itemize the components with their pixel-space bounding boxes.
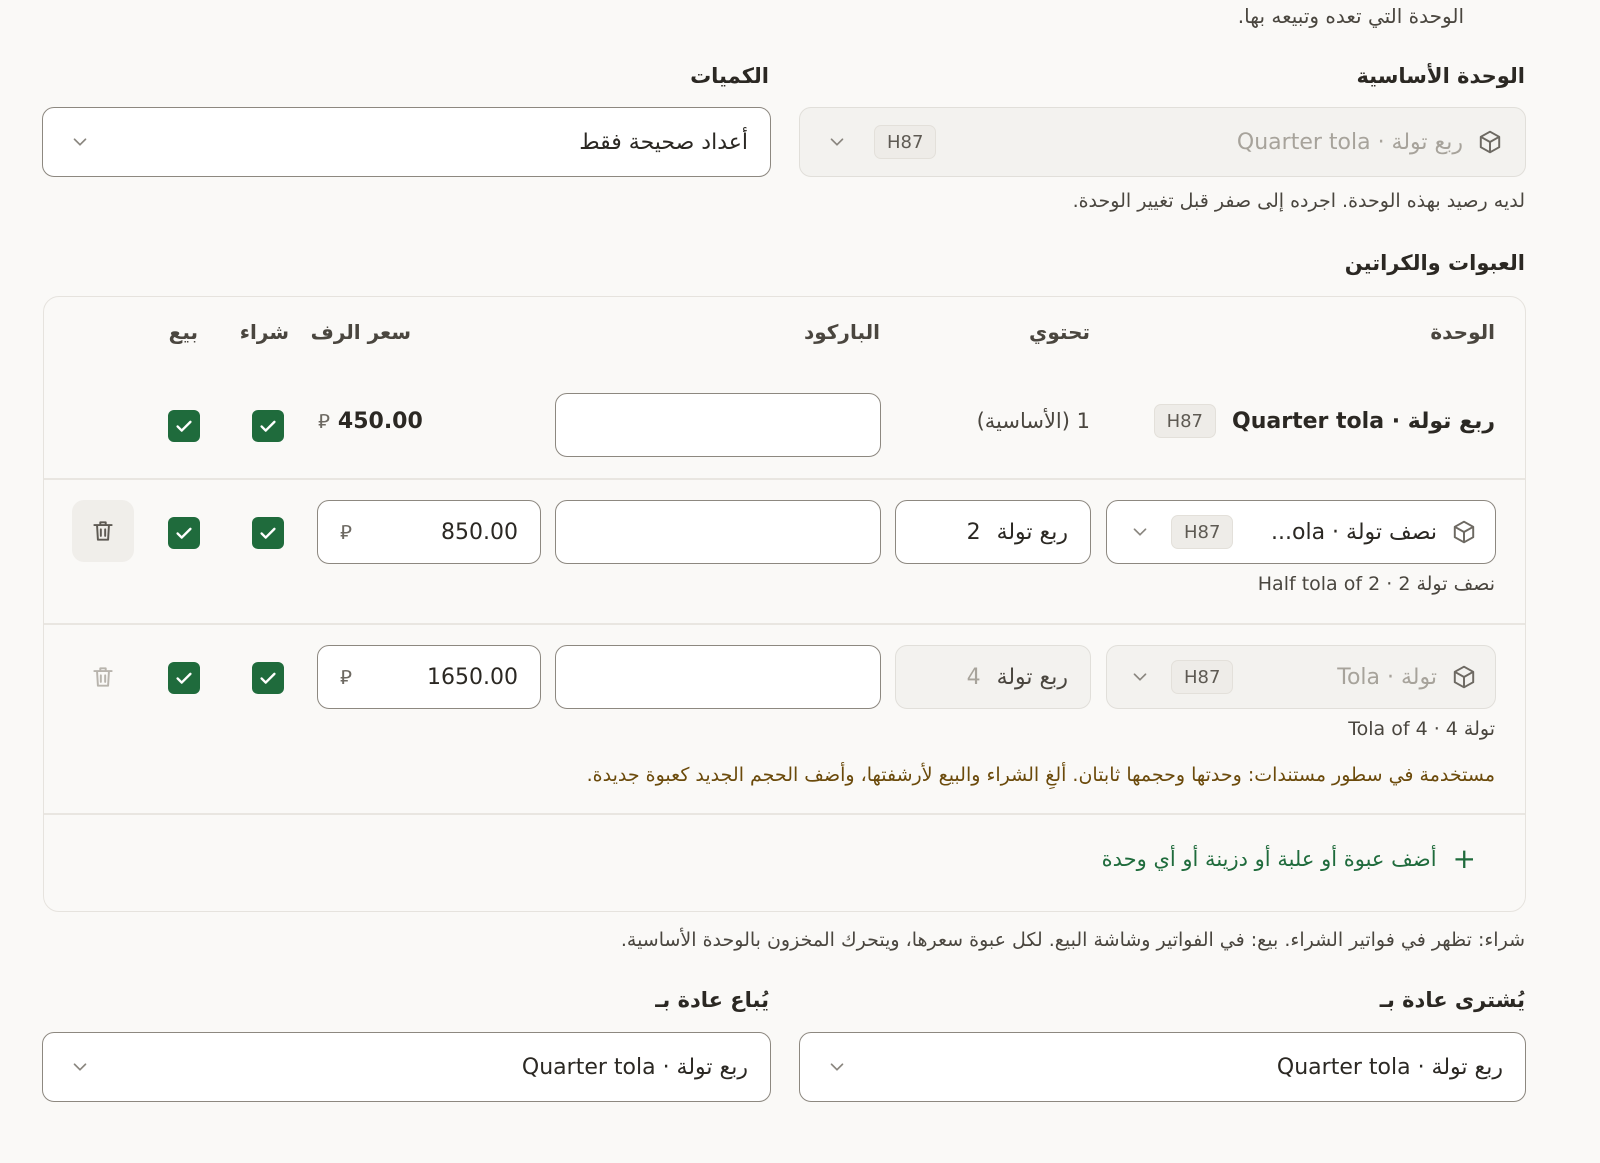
row-unit-value: نصف تولة · ola... — [1271, 519, 1437, 545]
purchase-default-select[interactable]: ربع تولة · Quarter tola — [799, 1032, 1526, 1102]
sale-default-select[interactable]: ربع تولة · Quarter tola — [42, 1032, 771, 1102]
currency-icon: ⃁ — [318, 409, 330, 433]
buy-checkbox[interactable] — [252, 662, 284, 694]
row-contains: 1 (الأساسية) — [976, 409, 1090, 433]
header-contains: تحتوي — [1029, 320, 1090, 344]
unit-code-badge: H87 — [1171, 515, 1234, 549]
delete-row-button[interactable] — [72, 646, 134, 708]
top-note: الوحدة التي تعده وتبيعه بها. — [1237, 4, 1464, 28]
packs-table — [43, 296, 1526, 912]
row-unit-select[interactable]: نصف تولة · ola... H87 — [1106, 500, 1496, 564]
plus-icon: + — [1452, 842, 1476, 875]
sell-checkbox[interactable] — [168, 662, 200, 694]
base-unit-hint: لديه رصيد بهذه الوحدة. اجرده إلى صفر قبل… — [1072, 190, 1525, 212]
barcode-input[interactable] — [555, 500, 881, 564]
cube-icon — [1477, 129, 1503, 155]
header-buy: شراء — [239, 320, 289, 344]
check-icon — [260, 672, 276, 684]
sale-default-value: ربع تولة · Quarter tola — [521, 1054, 748, 1080]
row-divider — [44, 623, 1525, 625]
chevron-down-icon — [69, 1056, 91, 1078]
shelf-price: ⃁ 450.00 — [318, 408, 423, 434]
check-icon — [260, 420, 276, 432]
header-shelf-price: سعر الرف — [310, 320, 411, 344]
base-unit-label: الوحدة الأساسية — [1356, 64, 1525, 88]
base-unit-value: ربع تولة · Quarter tola — [1236, 129, 1463, 155]
currency-icon: ⃁ — [340, 665, 352, 689]
row-unit-select[interactable]: تولة · Tola H87 — [1106, 645, 1496, 709]
barcode-input[interactable] — [555, 393, 881, 457]
row-warning: مستخدمة في سطور مستندات: وحدتها وحجمها ث… — [586, 764, 1495, 786]
add-pack-link[interactable]: + أضف عبوة أو علبة أو دزينة أو أي وحدة — [1102, 845, 1476, 873]
trash-icon — [93, 667, 113, 687]
check-icon — [176, 420, 192, 432]
row-divider — [44, 478, 1525, 480]
check-icon — [176, 672, 192, 684]
check-icon — [176, 527, 192, 539]
sale-default-label: يُباع عادة بـ — [655, 988, 769, 1012]
packs-title: العبوات والكراتين — [1344, 251, 1525, 275]
cube-icon — [1451, 519, 1477, 545]
buy-checkbox[interactable] — [252, 410, 284, 442]
chevron-down-icon — [826, 1056, 848, 1078]
row-unit-name: ربع تولة · Quarter tola — [1232, 408, 1495, 434]
check-icon — [260, 527, 276, 539]
base-unit-select[interactable]: ربع تولة · Quarter tola H87 — [799, 107, 1526, 177]
unit-code-badge: H87 — [874, 125, 937, 159]
price-input[interactable]: 850.00 ⃁ — [317, 500, 541, 564]
row-divider — [44, 813, 1525, 815]
purchase-default-value: ربع تولة · Quarter tola — [1276, 1054, 1503, 1080]
sell-checkbox[interactable] — [168, 410, 200, 442]
trash-icon — [93, 521, 113, 541]
sell-checkbox[interactable] — [168, 517, 200, 549]
header-barcode: الباركود — [804, 320, 880, 344]
currency-icon: ⃁ — [340, 520, 352, 544]
chevron-down-icon — [1129, 521, 1151, 543]
row-unit-value: تولة · Tola — [1337, 664, 1437, 690]
unit-code-badge: H87 — [1171, 660, 1234, 694]
barcode-input[interactable] — [555, 645, 881, 709]
chevron-down-icon — [1129, 666, 1151, 688]
chevron-down-icon — [69, 131, 91, 153]
quantities-select[interactable]: أعداد صحيحة فقط — [42, 107, 771, 177]
footer-note: شراء: تظهر في فواتير الشراء. بيع: في الف… — [620, 929, 1525, 951]
delete-row-button[interactable] — [72, 500, 134, 562]
header-sell: بيع — [168, 320, 198, 344]
contains-input[interactable]: ربع تولة 4 — [895, 645, 1091, 709]
contains-input[interactable]: ربع تولة 2 — [895, 500, 1091, 564]
row-subtitle: نصف تولة 2 · Half tola of 2 — [1257, 573, 1495, 595]
table-row: ربع تولة · Quarter tola H87 — [1153, 404, 1495, 438]
header-unit: الوحدة — [1430, 320, 1495, 344]
quantities-label: الكميات — [690, 64, 769, 88]
unit-code-badge: H87 — [1153, 404, 1217, 438]
price-input[interactable]: 1650.00 ⃁ — [317, 645, 541, 709]
quantities-value: أعداد صحيحة فقط — [579, 129, 748, 155]
chevron-down-icon — [826, 131, 848, 153]
buy-checkbox[interactable] — [252, 517, 284, 549]
cube-icon — [1451, 664, 1477, 690]
row-subtitle: تولة 4 · Tola of 4 — [1348, 718, 1495, 740]
purchase-default-label: يُشترى عادة بـ — [1379, 988, 1525, 1012]
